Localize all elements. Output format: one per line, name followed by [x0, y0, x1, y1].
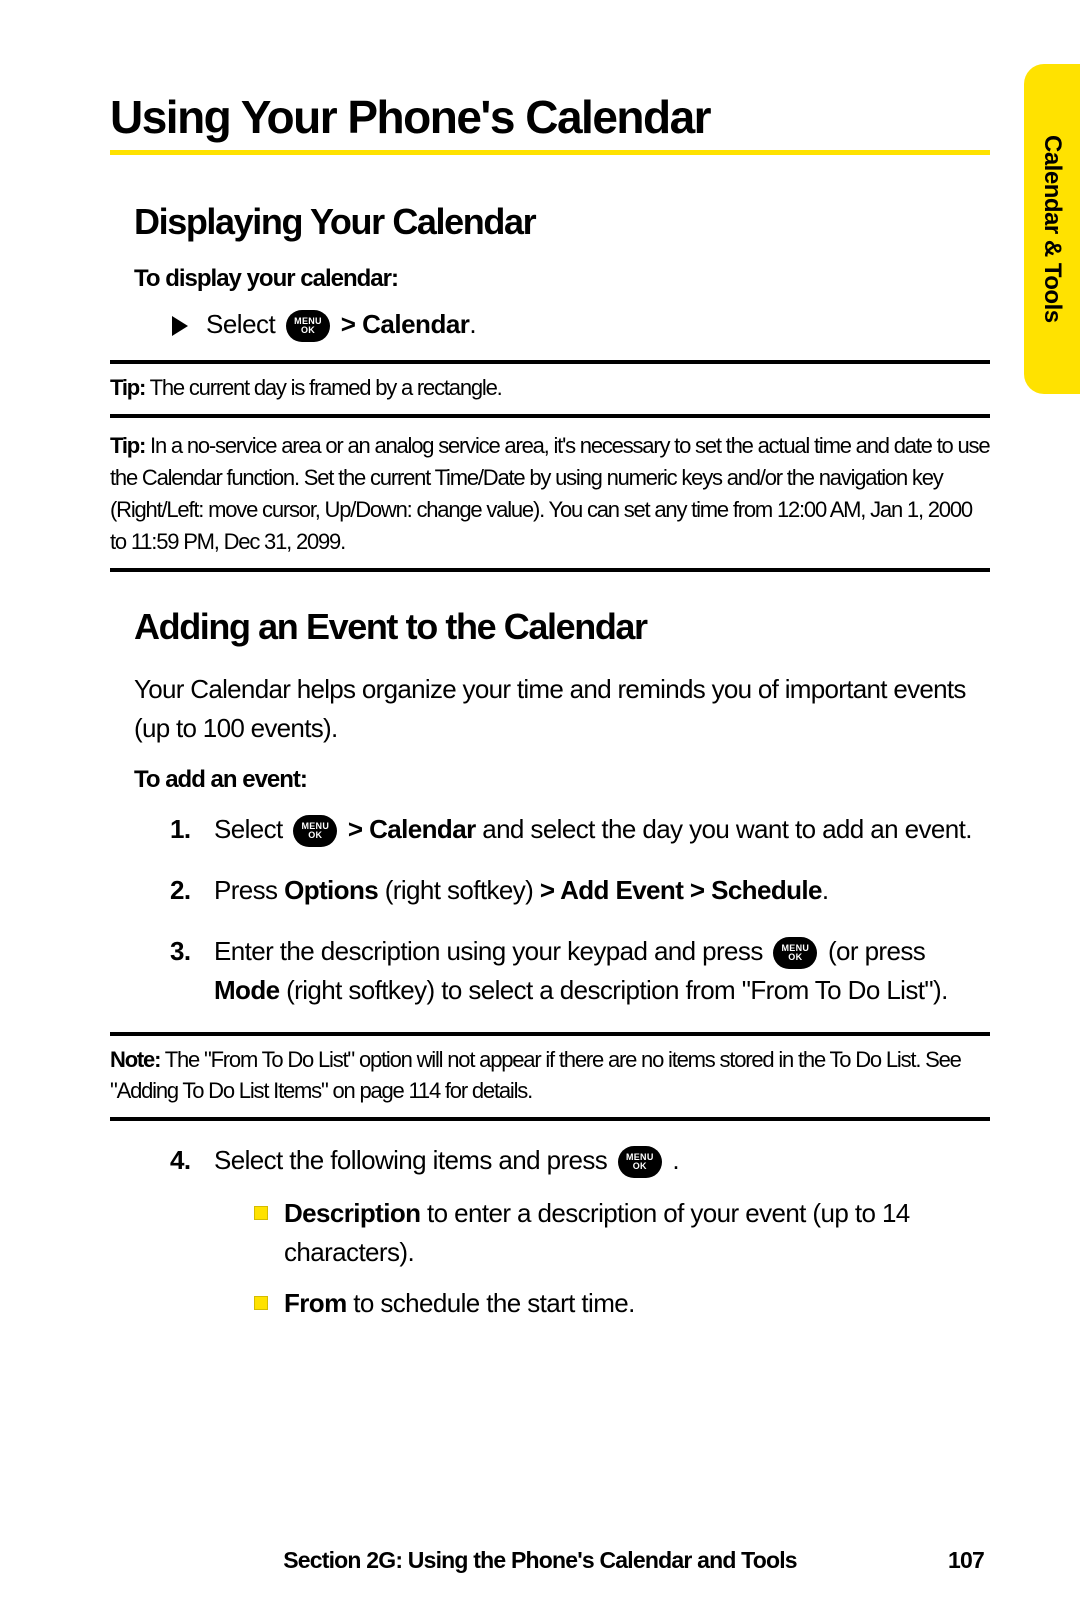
tip-label: Tip: — [110, 375, 145, 400]
menu-ok-button-icon: MENUOK — [773, 937, 817, 969]
steps-list: Select MENUOK > Calendar and select the … — [170, 810, 990, 1010]
tip-text: The current day is framed by a rectangle… — [145, 375, 501, 400]
tip-box-1: Tip: The current day is framed by a rect… — [110, 360, 990, 418]
lead-add-event: To add an event: — [134, 766, 990, 794]
sub-bullet-description: Description to enter a description of yo… — [254, 1194, 990, 1272]
section-adding-event: Adding an Event to the Calendar — [134, 606, 990, 648]
note-text: The "From To Do List" option will not ap… — [110, 1047, 961, 1104]
page-number: 107 — [948, 1547, 984, 1574]
step-text: Select — [206, 309, 275, 339]
step-select-calendar: Select MENU OK > Calendar. — [172, 309, 990, 342]
page-title: Using Your Phone's Calendar — [110, 90, 990, 144]
step-4: Select the following items and press MEN… — [170, 1141, 990, 1323]
menu-ok-button-icon: MENUOK — [618, 1146, 662, 1178]
footer-section: Section 2G: Using the Phone's Calendar a… — [283, 1547, 797, 1573]
menu-ok-button-icon: MENUOK — [293, 815, 337, 847]
page-footer: Section 2G: Using the Phone's Calendar a… — [0, 1547, 1080, 1574]
title-underline — [110, 150, 990, 155]
menu-ok-button-icon: MENU OK — [286, 310, 330, 342]
tip-text: In a no-service area or an analog servic… — [110, 433, 989, 554]
lead-display: To display your calendar: — [134, 265, 990, 293]
step-2: Press Options (right softkey) > Add Even… — [170, 871, 990, 910]
step-3: Enter the description using your keypad … — [170, 932, 990, 1010]
step-1: Select MENUOK > Calendar and select the … — [170, 810, 990, 849]
sub-bullet-from: From to schedule the start time. — [254, 1284, 990, 1323]
section-displaying-calendar: Displaying Your Calendar To display your… — [134, 201, 990, 342]
triangle-bullet-icon — [172, 316, 188, 336]
step-bold: > Calendar — [341, 309, 470, 339]
steps-list-cont: Select the following items and press MEN… — [170, 1141, 990, 1323]
sub-bullet-list: Description to enter a description of yo… — [254, 1194, 990, 1323]
tip-label: Tip: — [110, 433, 145, 458]
heading-adding: Adding an Event to the Calendar — [134, 606, 990, 648]
note-box: Note: The "From To Do List" option will … — [110, 1032, 990, 1122]
tip-box-2: Tip: In a no-service area or an analog s… — [110, 418, 990, 572]
intro-paragraph: Your Calendar helps organize your time a… — [134, 670, 990, 748]
note-label: Note: — [110, 1047, 160, 1072]
heading-displaying: Displaying Your Calendar — [134, 201, 990, 243]
